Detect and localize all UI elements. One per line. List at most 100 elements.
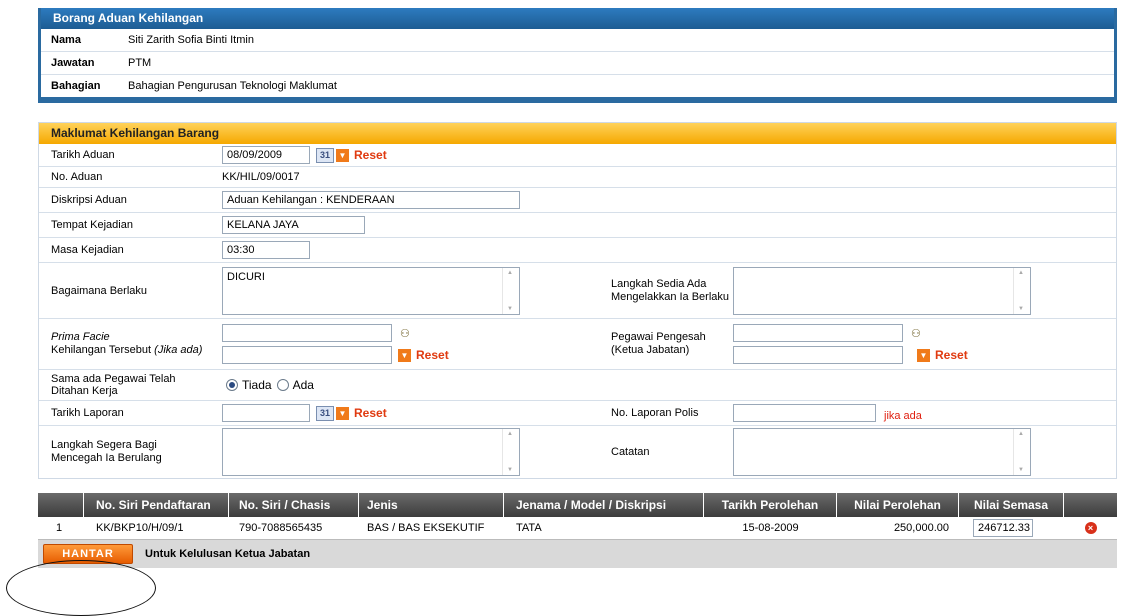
reset-link[interactable]: Reset: [416, 348, 449, 362]
cell-nilai-perolehan: 250,000.00: [893, 522, 949, 534]
row-no-aduan: No. Aduan KK/HIL/09/0017: [39, 167, 1116, 188]
main-container: Borang Aduan Kehilangan Nama Siti Zarith…: [38, 8, 1117, 568]
personal-info-list: Nama Siti Zarith Sofia Binti Itmin Jawat…: [41, 29, 1114, 97]
langkah-sedia-textarea[interactable]: [733, 266, 1031, 315]
col-header-action: [1064, 493, 1117, 517]
scrollbar[interactable]: [502, 429, 519, 475]
info-value: Bahagian Pengurusan Teknologi Maklumat: [128, 80, 337, 92]
pegawai-pengesah-field-group: ⚇ ▼ Reset: [731, 324, 1116, 364]
radio-tiada[interactable]: [226, 379, 238, 391]
langkah-sedia-label-line2: Mengelakkan Ia Berlaku: [611, 290, 730, 303]
langkah-segera-label-line1: Langkah Segera Bagi: [51, 439, 157, 451]
radio-selected-dot: [229, 382, 235, 388]
delete-icon[interactable]: ×: [1084, 522, 1097, 534]
personal-info-panel: Borang Aduan Kehilangan Nama Siti Zarith…: [38, 8, 1117, 103]
prima-facie-input-1[interactable]: [222, 324, 392, 342]
masa-input[interactable]: 03:30: [222, 241, 310, 259]
dropdown-arrow-icon[interactable]: ▼: [398, 348, 411, 362]
langkah-sedia-field-group: [731, 266, 1116, 315]
table-row: 1 KK/BKP10/H/09/1 790-7088565435 BAS / B…: [38, 517, 1117, 539]
prima-facie-label-text: Kehilangan Tersebut: [51, 344, 155, 356]
tempat-input[interactable]: KELANA JAYA: [222, 216, 365, 234]
bagaimana-text: DICURI: [227, 270, 265, 283]
no-aduan-value: KK/HIL/09/0017: [222, 171, 300, 183]
person-lookup-icon[interactable]: ⚇: [400, 327, 410, 340]
bagaimana-textarea[interactable]: DICURI: [222, 266, 520, 315]
tarikh-laporan-input[interactable]: [222, 404, 310, 422]
cell-chasis: 790-7088565435: [239, 522, 323, 534]
pegawai-pengesah-input-2[interactable]: [733, 346, 903, 364]
calendar-icon[interactable]: 31: [316, 147, 334, 163]
row-tempat: Tempat Kejadian KELANA JAYA: [39, 213, 1116, 238]
calendar-icon[interactable]: 31: [316, 405, 334, 421]
loss-form-section: Maklumat Kehilangan Barang Tarikh Aduan …: [38, 122, 1117, 479]
col-header-jenama: Jenama / Model / Diskripsi: [504, 493, 704, 517]
no-laporan-polis-field-group: jika ada: [731, 404, 1116, 422]
pegawai-pengesah-line1: ⚇: [733, 324, 1116, 342]
highlight-circle-annotation: [6, 560, 156, 616]
col-header-tarikh-perolehan: Tarikh Perolehan: [704, 493, 837, 517]
pegawai-pengesah-label: Pegawai Pengesah (Ketua Jabatan): [597, 331, 731, 357]
langkah-sedia-label: Langkah Sedia Ada Mengelakkan Ia Berlaku: [597, 278, 731, 304]
info-row-jawatan: Jawatan PTM: [41, 52, 1114, 75]
tarikh-aduan-input[interactable]: 08/09/2009: [222, 146, 310, 164]
diskripsi-input[interactable]: Aduan Kehilangan : KENDERAAN: [222, 191, 520, 209]
tempat-field-group: KELANA JAYA: [222, 216, 597, 234]
cell-tarikh-perolehan: 15-08-2009: [742, 522, 799, 534]
langkah-sedia-label-line1: Langkah Sedia Ada: [611, 277, 707, 290]
dropdown-arrow-icon[interactable]: ▼: [336, 406, 349, 420]
dropdown-arrow-icon[interactable]: ▼: [917, 348, 930, 362]
nilai-semasa-input[interactable]: 246712.33: [973, 519, 1033, 537]
tarikh-aduan-label: Tarikh Aduan: [51, 149, 115, 161]
row-bagaimana: Bagaimana Berlaku DICURI Langkah Sedia A…: [39, 263, 1116, 319]
info-label: Bahagian: [51, 80, 101, 92]
col-header-nilai-semasa: Nilai Semasa: [959, 493, 1064, 517]
tarikh-laporan-label: Tarikh Laporan: [51, 407, 124, 419]
no-laporan-polis-label: No. Laporan Polis: [611, 407, 699, 419]
pegawai-pengesah-input-1[interactable]: [733, 324, 903, 342]
person-lookup-icon[interactable]: ⚇: [911, 327, 921, 340]
approval-note: Untuk Kelulusan Ketua Jabatan: [145, 548, 311, 560]
row-masa: Masa Kejadian 03:30: [39, 238, 1116, 263]
info-label: Nama: [51, 34, 81, 46]
info-value: Siti Zarith Sofia Binti Itmin: [128, 34, 254, 46]
bagaimana-label: Bagaimana Berlaku: [51, 284, 148, 297]
loss-form-title: Maklumat Kehilangan Barang: [39, 123, 1116, 144]
scrollbar[interactable]: [502, 267, 519, 314]
form-footer: HANTAR Untuk Kelulusan Ketua Jabatan: [38, 539, 1117, 568]
pegawai-pengesah-line2: ▼ Reset: [733, 346, 1116, 364]
sama-ada-label-line2: Ditahan Kerja: [51, 385, 118, 397]
info-value: PTM: [128, 57, 152, 69]
bagaimana-field-group: DICURI: [222, 266, 597, 315]
reset-link[interactable]: Reset: [354, 406, 387, 420]
col-header-siri-pendaftaran: No. Siri Pendaftaran: [84, 493, 229, 517]
jika-ada-note: jika ada: [884, 410, 922, 422]
cell-no: 1: [56, 522, 63, 534]
tarikh-laporan-field-group: 31 ▼ Reset: [222, 404, 597, 422]
dropdown-arrow-icon[interactable]: ▼: [336, 148, 349, 162]
prima-facie-line2: ▼ Reset: [222, 346, 597, 364]
catatan-textarea[interactable]: [733, 428, 1031, 476]
reset-link[interactable]: Reset: [354, 148, 387, 162]
diskripsi-label: Diskripsi Aduan: [51, 194, 127, 206]
info-row-bahagian: Bahagian Bahagian Pengurusan Teknologi M…: [41, 75, 1114, 97]
reset-link[interactable]: Reset: [935, 348, 968, 362]
prima-facie-input-2[interactable]: [222, 346, 392, 364]
col-header-no: [38, 493, 84, 517]
info-label: Jawatan: [51, 57, 95, 69]
col-header-jenis: Jenis: [359, 493, 504, 517]
no-laporan-polis-input[interactable]: [733, 404, 876, 422]
masa-field-group: 03:30: [222, 241, 597, 259]
langkah-segera-textarea[interactable]: [222, 428, 520, 476]
sama-ada-field-group: Tiada Ada: [222, 378, 597, 392]
scrollbar[interactable]: [1013, 429, 1030, 475]
catatan-label: Catatan: [611, 446, 650, 458]
hantar-button[interactable]: HANTAR: [43, 544, 133, 564]
prima-facie-label-line1: Prima Facie: [51, 331, 110, 343]
pegawai-pengesah-label-line2: (Ketua Jabatan): [611, 344, 690, 356]
langkah-segera-field-group: [222, 428, 597, 476]
scrollbar[interactable]: [1013, 267, 1030, 314]
langkah-segera-label-line2: Mencegah Ia Berulang: [51, 452, 162, 464]
radio-ada[interactable]: [276, 379, 289, 391]
cell-jenama: TATA: [516, 522, 542, 534]
